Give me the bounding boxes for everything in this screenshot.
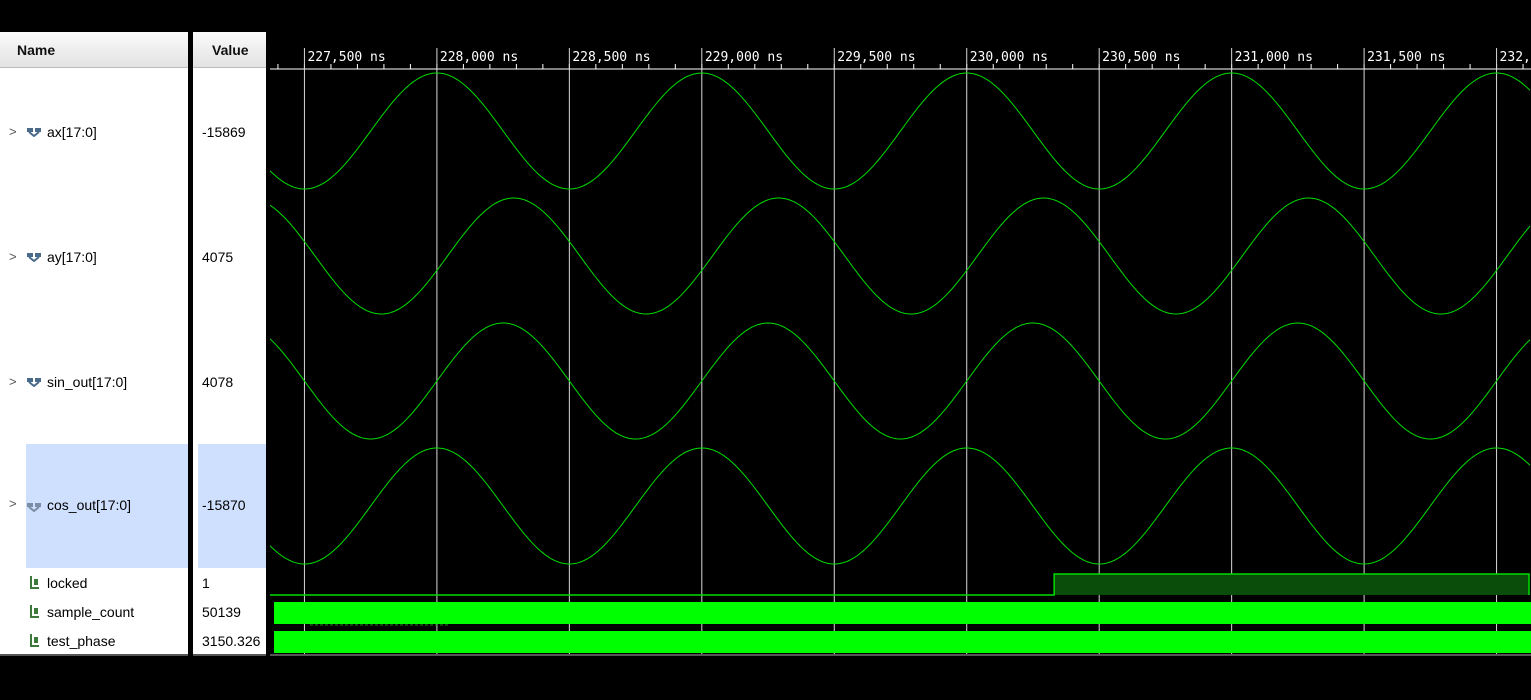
signal-value: 50139 [202, 604, 241, 620]
value-cell: -15869 [193, 120, 266, 144]
ruler-tick-label: 227,500 ns [307, 50, 385, 65]
ruler-tick-label: 231,500 ns [1367, 50, 1445, 65]
bit-signal-icon [30, 605, 39, 618]
signal-value: 4075 [202, 249, 234, 265]
signal-row-test-phase[interactable]: test_phase [0, 630, 188, 652]
analog-waveform-trace[interactable] [270, 72, 1531, 190]
expand-chevron-icon[interactable]: > [9, 370, 17, 394]
signal-name: sin_out[17:0] [47, 374, 128, 390]
signal-row-locked[interactable]: locked [0, 572, 188, 594]
value-cell: 4075 [193, 245, 266, 269]
value-cell: 3150.326 [193, 630, 266, 652]
ruler-tick-label: 232,000 ns [1500, 50, 1531, 65]
signal-name: locked [47, 575, 88, 591]
name-empty-area [0, 656, 188, 700]
name-column: Name > ax[17:0] > ay[17:0] > sin_out[17:… [0, 0, 188, 700]
signal-row-ax[interactable]: > ax[17:0] [0, 120, 188, 144]
signal-name: sample_count [47, 604, 135, 620]
ruler-tick-label: 229,500 ns [837, 50, 915, 65]
signal-value: 4078 [202, 374, 234, 390]
bus-signal-icon [27, 378, 41, 387]
value-empty-area [193, 656, 266, 700]
ruler-tick-label: 230,500 ns [1102, 50, 1180, 65]
signal-value: -15869 [202, 124, 246, 140]
analog-waveform-trace[interactable] [270, 322, 1531, 440]
name-column-header[interactable]: Name [0, 32, 188, 68]
value-cell-selected: -15870 [198, 444, 266, 568]
bus-signal-icon [27, 503, 41, 512]
signal-row-sin-out[interactable]: > sin_out[17:0] [0, 370, 188, 394]
ruler-tick-label: 230,000 ns [970, 50, 1048, 65]
bit-signal-icon [30, 634, 39, 647]
signal-row-sample-count[interactable]: sample_count [0, 601, 188, 623]
signal-value: 1 [202, 575, 210, 591]
signal-name: ax[17:0] [47, 124, 97, 140]
name-top-strip [0, 0, 188, 32]
signal-name: cos_out[17:0] [47, 497, 132, 513]
value-cell: 1 [193, 572, 266, 594]
ruler-tick-label: 228,000 ns [440, 50, 518, 65]
sample-count-bus[interactable] [274, 602, 1531, 624]
ruler-tick-label: 229,000 ns [705, 50, 783, 65]
signal-value: -15870 [202, 497, 246, 513]
ruler-tick-label: 231,000 ns [1235, 50, 1313, 65]
signal-name: ay[17:0] [47, 249, 97, 265]
value-cell: 50139 [193, 601, 266, 623]
value-column-header[interactable]: Value [193, 32, 266, 68]
signal-row-ay[interactable]: > ay[17:0] [0, 245, 188, 269]
value-cell: 4078 [193, 370, 266, 394]
value-column: Value -15869 4075 4078 -15870 1 50139 31… [193, 0, 266, 700]
bus-signal-icon [27, 128, 41, 137]
analog-waveform-trace[interactable] [270, 447, 1531, 565]
signal-name: test_phase [47, 633, 116, 649]
bit-signal-icon [30, 576, 39, 589]
signal-row-cos-out[interactable]: > cos_out[17:0] [0, 444, 188, 568]
expand-chevron-icon[interactable]: > [9, 496, 17, 511]
locked-high-fill [1054, 574, 1529, 595]
ruler-tick-label: 228,500 ns [572, 50, 650, 65]
expand-chevron-icon[interactable]: > [9, 120, 17, 144]
bus-signal-icon [27, 253, 41, 262]
analog-waveform-trace[interactable] [270, 197, 1531, 315]
value-top-strip [193, 0, 266, 32]
signal-value: 3150.326 [202, 633, 261, 649]
expand-chevron-icon[interactable]: > [9, 245, 17, 269]
waveform-canvas[interactable]: 227,500 ns 228,000 ns 228,500 ns 229,000 ns… [270, 0, 1531, 700]
test-phase-bus[interactable] [274, 631, 1531, 653]
